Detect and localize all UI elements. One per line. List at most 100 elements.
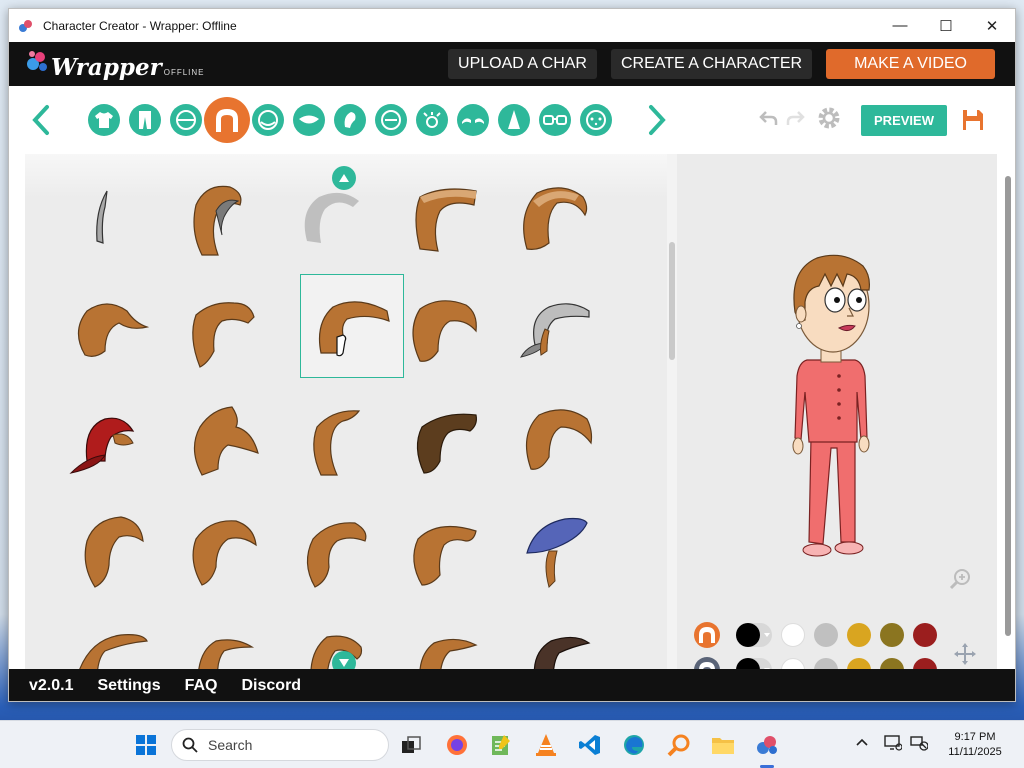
hair-option[interactable]: [54, 384, 158, 488]
prev-category-arrow-icon[interactable]: [27, 100, 55, 140]
hair-option[interactable]: [387, 164, 491, 268]
hair-option[interactable]: [387, 604, 491, 669]
face-shape-icon[interactable]: [170, 104, 202, 136]
stage-scrollbar-thumb[interactable]: [1005, 176, 1011, 636]
show-hidden-icons-chevron-icon[interactable]: [855, 735, 869, 754]
app-icon: [17, 17, 35, 35]
hair-icon[interactable]: [204, 97, 250, 143]
app-header: Wrapper OFFLINE UPLOAD A CHAR CREATE A C…: [9, 42, 1015, 86]
footer-settings-link[interactable]: Settings: [97, 677, 160, 695]
undo-icon[interactable]: [759, 108, 779, 133]
gear-icon[interactable]: [817, 106, 841, 135]
hair-option[interactable]: [54, 604, 158, 669]
redo-icon[interactable]: [785, 108, 805, 133]
footer-discord-link[interactable]: Discord: [242, 677, 302, 695]
make-video-button[interactable]: MAKE A VIDEO: [826, 49, 995, 79]
window-title: Character Creator - Wrapper: Offline: [43, 18, 237, 33]
nose-icon[interactable]: [498, 104, 530, 136]
next-category-arrow-icon[interactable]: [643, 100, 671, 140]
create-character-button[interactable]: CREATE A CHARACTER: [610, 49, 813, 79]
windows-start-icon[interactable]: [131, 730, 161, 760]
color-swatch[interactable]: [736, 623, 760, 647]
color-swatch-black-dropdown[interactable]: [736, 623, 772, 647]
windows-taskbar: Search 9:17 PM 11/11/2025: [0, 720, 1024, 768]
network-icon[interactable]: [910, 735, 929, 756]
notepad-icon[interactable]: [486, 730, 516, 760]
move-icon[interactable]: [953, 642, 977, 671]
hair-option[interactable]: [498, 164, 602, 268]
hair-option[interactable]: [276, 604, 380, 669]
minimize-button[interactable]: —: [877, 9, 923, 42]
taskbar-search-box[interactable]: Search: [171, 729, 389, 761]
hair-option[interactable]: [498, 384, 602, 488]
color-swatch[interactable]: [781, 623, 805, 647]
hair-option[interactable]: [387, 494, 491, 598]
head-icon[interactable]: [252, 104, 284, 136]
mole-icon[interactable]: [580, 104, 612, 136]
system-clock[interactable]: 9:17 PM 11/11/2025: [940, 730, 1010, 760]
category-toolbar: PREVIEW: [9, 86, 1015, 154]
hair-option[interactable]: [54, 274, 158, 378]
grid-scrollbar-thumb[interactable]: [669, 242, 675, 360]
hair-option[interactable]: [165, 494, 269, 598]
pants-icon[interactable]: [129, 104, 161, 136]
vscode-icon[interactable]: [575, 730, 605, 760]
hair-option[interactable]: [387, 274, 491, 378]
app-footer: v2.0.1 Settings FAQ Discord: [9, 669, 1015, 701]
scroll-down-arrow-icon[interactable]: [332, 651, 356, 669]
display-icon[interactable]: [884, 735, 903, 756]
search-placeholder: Search: [208, 737, 253, 753]
hair-option[interactable]: [276, 494, 380, 598]
hair-option[interactable]: [498, 494, 602, 598]
close-button[interactable]: ✕: [969, 9, 1015, 42]
glasses-icon[interactable]: [539, 104, 571, 136]
eyebrows-icon[interactable]: [457, 104, 489, 136]
ear-icon[interactable]: [334, 104, 366, 136]
grid-scrollbar[interactable]: [667, 154, 677, 669]
title-bar: Character Creator - Wrapper: Offline — ☐…: [9, 9, 1015, 42]
color-swatch[interactable]: [880, 623, 904, 647]
upload-char-button[interactable]: UPLOAD A CHAR: [448, 49, 597, 79]
character-preview-stage: [677, 154, 997, 683]
hair-option[interactable]: [276, 164, 380, 268]
logo-subtext: OFFLINE: [163, 68, 205, 77]
eyes-icon[interactable]: [416, 104, 448, 136]
maximize-button[interactable]: ☐: [923, 9, 969, 42]
version-label: v2.0.1: [29, 677, 74, 694]
hair-options-grid: [25, 154, 667, 669]
color-swatch[interactable]: [913, 623, 937, 647]
file-explorer-icon[interactable]: [708, 730, 738, 760]
clock-date: 11/11/2025: [948, 746, 1002, 758]
edge-icon[interactable]: [619, 730, 649, 760]
hair-option[interactable]: [165, 274, 269, 378]
hair-option[interactable]: [276, 384, 380, 488]
stage-scrollbar[interactable]: [999, 154, 1015, 669]
task-view-icon[interactable]: [396, 730, 426, 760]
hair-option[interactable]: [54, 494, 158, 598]
color-swatch[interactable]: [847, 623, 871, 647]
save-icon[interactable]: [961, 108, 985, 137]
preview-button[interactable]: PREVIEW: [861, 105, 947, 136]
hair-option[interactable]: [498, 274, 602, 378]
shirt-icon[interactable]: [88, 104, 120, 136]
hair-color-palette: [693, 621, 937, 649]
hair-option[interactable]: [498, 604, 602, 669]
app-window: Character Creator - Wrapper: Offline — ☐…: [8, 8, 1016, 702]
logo-bubbles-icon: [27, 51, 47, 71]
clock-time: 9:17 PM: [954, 731, 996, 743]
hair-option[interactable]: [387, 384, 491, 488]
wrapper-taskbar-icon[interactable]: [752, 730, 782, 760]
color-swatch[interactable]: [814, 623, 838, 647]
mouth-icon[interactable]: [293, 104, 325, 136]
hair-option[interactable]: [54, 164, 158, 268]
hair-option[interactable]: [165, 384, 269, 488]
firefox-icon[interactable]: [442, 730, 472, 760]
footer-faq-link[interactable]: FAQ: [185, 677, 218, 695]
hair-option[interactable]: [165, 164, 269, 268]
hair-option[interactable]: [165, 604, 269, 669]
face-icon[interactable]: [375, 104, 407, 136]
magnifier-app-icon[interactable]: [664, 730, 694, 760]
vlc-icon[interactable]: [531, 730, 561, 760]
zoom-icon[interactable]: [949, 568, 971, 595]
wrapper-logo[interactable]: Wrapper OFFLINE: [25, 47, 205, 81]
